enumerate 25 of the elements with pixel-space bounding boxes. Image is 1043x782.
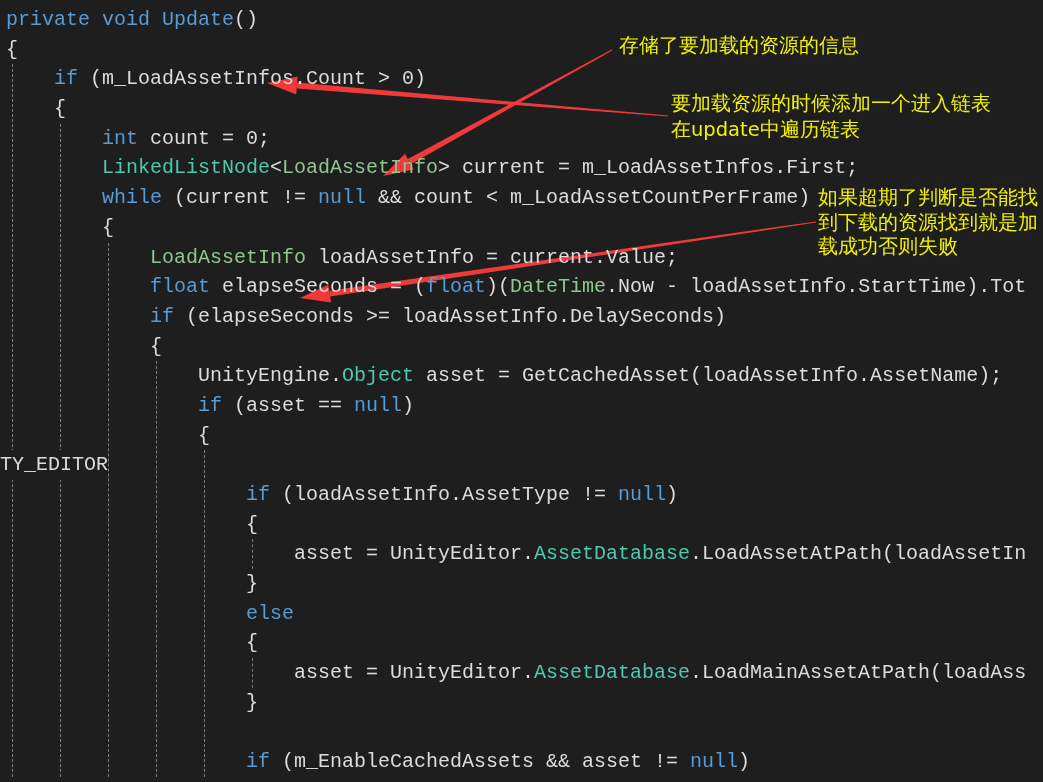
code-line: if (asset == null) (198, 392, 415, 419)
code-line: else (246, 600, 294, 627)
code-line: { (246, 511, 258, 538)
annotation-text: 存储了要加载的资源的信息 (619, 34, 859, 58)
code-line: { (102, 214, 114, 241)
code-line: if (m_EnableCachedAssets && asset != null) (246, 749, 751, 776)
code-line: while (current != null && count < m_LoadAssetCountPerFrame) (102, 185, 811, 212)
code-line: } (246, 571, 258, 598)
annotation-text: 如果超期了判断是否能找到下载的资源找到就是加载成功否则失败 (818, 186, 1038, 260)
annotation-text: 在update中遍历链表 (671, 117, 861, 143)
code-line: if (elapseSeconds >= loadAssetInfo.DelaySeconds) (150, 303, 727, 330)
code-line: private void Update() (6, 7, 259, 33)
code-line: asset = UnityEditor.AssetDatabase.LoadAssetAtPath(loadAssetIn (294, 541, 1027, 568)
code-line: } (246, 689, 258, 716)
code-line: UnityEngine.Object asset = GetCachedAsset(loadAssetInfo.AssetName); (198, 363, 1003, 390)
code-line: int count = 0; (102, 125, 271, 152)
code-line: { (54, 96, 66, 123)
code-line: asset = UnityEditor.AssetDatabase.LoadMainAssetAtPath(loadAss (294, 660, 1027, 687)
code-line: if (m_LoadAssetInfos.Count > 0) (54, 66, 427, 93)
code-line: if (loadAssetInfo.AssetType != null) (246, 482, 679, 508)
code-line: { (246, 630, 258, 657)
code-line: { (198, 422, 210, 449)
code-line: { (150, 333, 162, 360)
code-line: { (6, 36, 18, 63)
annotation-text: 要加载资源的时候添加一个进入链表 (671, 91, 991, 117)
